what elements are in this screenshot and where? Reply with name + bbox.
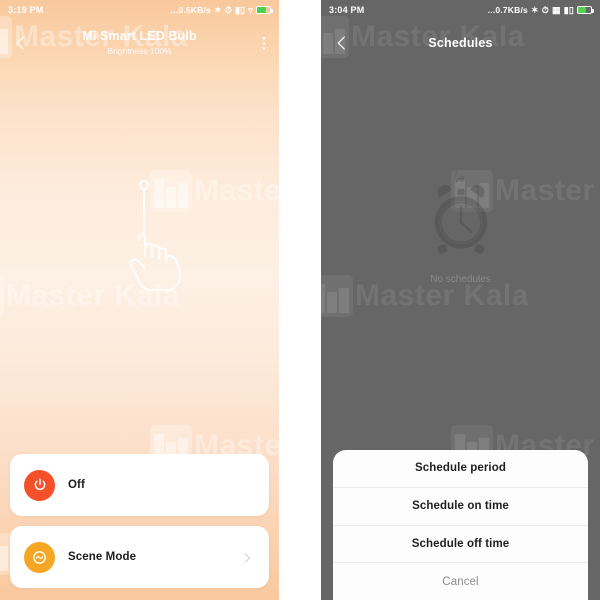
sheet-item-label: Schedule off time xyxy=(411,537,510,550)
page-title: Schedules xyxy=(428,36,493,50)
more-options-button[interactable] xyxy=(262,36,265,50)
off-card-label: Off xyxy=(68,479,85,491)
svg-text:z: z xyxy=(460,173,465,183)
status-icons: ...0.5KB/s ✶ ⏱ ▮▯ ▿ xyxy=(170,4,273,15)
sheet-item-schedule-off-time[interactable]: Schedule off time xyxy=(333,526,588,564)
screenshot-root: Master Kala Master Kala Master Kala Mast… xyxy=(0,0,600,600)
signal-icon: ▮▯ xyxy=(563,4,574,15)
wifi-icon: ▿ xyxy=(248,4,253,15)
power-icon xyxy=(24,469,55,501)
sim-icon: ▦ xyxy=(551,4,561,15)
alarm-clock-icon: z z xyxy=(419,170,503,264)
bluetooth-icon: ✶ xyxy=(213,4,222,15)
scene-mode-card-label: Scene Mode xyxy=(68,551,137,563)
scene-wave-icon xyxy=(24,541,55,573)
alarm-icon: ⏱ xyxy=(541,4,549,15)
sheet-item-schedule-period[interactable]: Schedule period xyxy=(333,450,588,488)
svg-text:z: z xyxy=(454,170,457,177)
scene-mode-card[interactable]: Scene Mode xyxy=(10,526,269,588)
page-title: Mi Smart LED Bulb xyxy=(82,29,197,44)
right-status-bar: 3:04 PM ...0.7KB/s ✶ ⏱ ▦ ▮▯ xyxy=(321,0,600,20)
right-app-bar: Schedules xyxy=(321,20,600,66)
cancel-button[interactable]: Cancel xyxy=(333,563,588,600)
battery-icon xyxy=(577,6,594,14)
left-status-bar: 3:19 PM ...0.5KB/s ✶ ⏱ ▮▯ ▿ xyxy=(0,0,279,20)
battery-icon xyxy=(256,6,273,14)
back-button[interactable] xyxy=(12,34,30,52)
left-control-cards: Off Scene Mode xyxy=(0,454,279,588)
sheet-item-label: Schedule on time xyxy=(412,500,509,513)
watermark-logo xyxy=(0,275,4,317)
chevron-right-icon xyxy=(241,551,253,563)
network-speed-label: ...0.5KB/s xyxy=(170,5,211,15)
left-phone-screen: Master Kala Master Kala Master Kala Mast… xyxy=(0,0,279,600)
status-icons: ...0.7KB/s ✶ ⏱ ▦ ▮▯ xyxy=(487,4,594,15)
empty-state: z z No schedules xyxy=(321,170,600,285)
network-speed-label: ...0.7KB/s xyxy=(487,5,528,15)
page-subtitle: Brightness 100% xyxy=(107,46,172,56)
off-card[interactable]: Off xyxy=(10,454,269,516)
swipe-up-hand-icon xyxy=(118,178,208,293)
status-time: 3:04 PM xyxy=(329,5,365,15)
sheet-item-schedule-on-time[interactable]: Schedule on time xyxy=(333,488,588,526)
sheet-item-label: Schedule period xyxy=(415,462,506,475)
signal-icon: ▮▯ xyxy=(234,4,246,15)
schedule-action-sheet: Schedule period Schedule on time Schedul… xyxy=(333,450,588,600)
empty-state-label: No schedules xyxy=(430,274,491,285)
back-button[interactable] xyxy=(333,34,351,52)
status-time: 3:19 PM xyxy=(8,5,44,15)
page-title-group: Mi Smart LED Bulb Brightness 100% xyxy=(82,29,196,56)
bluetooth-icon: ✶ xyxy=(530,4,539,15)
cancel-label: Cancel xyxy=(442,575,479,588)
alarm-icon: ⏱ xyxy=(224,4,232,15)
right-phone-screen: Master Kala Master Kala Master Kala Mast… xyxy=(321,0,600,600)
left-app-bar: Mi Smart LED Bulb Brightness 100% xyxy=(0,20,279,66)
